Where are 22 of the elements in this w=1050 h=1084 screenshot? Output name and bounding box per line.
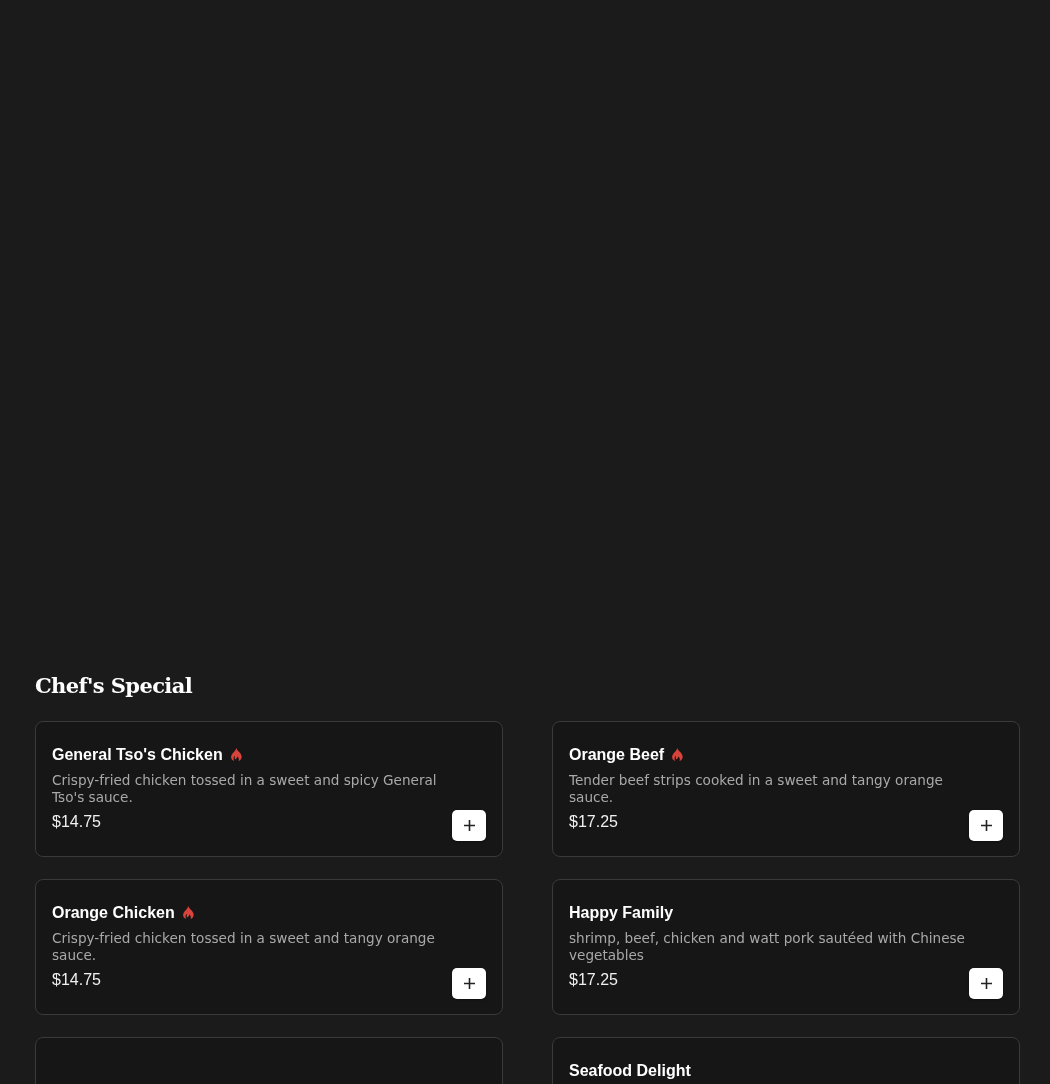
- dish-description: Crispy-fried chicken tossed in a sweet and tangy orange sauce.: [52, 930, 436, 964]
- plus-icon: [463, 978, 475, 989]
- dish-name: General Tso's Chicken: [52, 745, 223, 764]
- dish-description: Tender beef strips cooked in a sweet and tangy orange sauce.: [569, 772, 944, 806]
- dish-price: $17.25: [569, 970, 619, 990]
- dish-name: Happy Family: [569, 903, 674, 922]
- dish-name: Orange Beef: [569, 745, 665, 764]
- dish-price: $14.75: [52, 812, 102, 832]
- dish-name: Orange Chicken: [52, 903, 175, 922]
- add-button[interactable]: [452, 968, 486, 999]
- dish-description: Crispy-fried chicken tossed in a sweet and spicy General Tso's sauce.: [52, 772, 438, 806]
- dish-description: shrimp, beef, chicken and watt pork sautéed with Chinese vegetables: [569, 930, 966, 964]
- dish-price: $14.75: [52, 970, 102, 990]
- add-button[interactable]: [969, 968, 1003, 999]
- plus-icon: [980, 820, 992, 831]
- add-button[interactable]: [452, 810, 486, 841]
- dish-name: Seafood Delight: [569, 1061, 691, 1080]
- add-button[interactable]: [969, 810, 1003, 841]
- plus-icon: [980, 978, 992, 989]
- dish-price: $17.25: [569, 812, 619, 832]
- plus-icon: [463, 820, 475, 831]
- section-heading: Chef's Special: [35, 672, 193, 700]
